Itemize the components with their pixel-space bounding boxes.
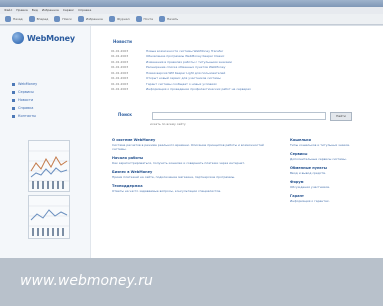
info-block-text: Обсуждения участников. (290, 185, 330, 189)
news-link[interactable]: Обновление программы WebMoney Keeper Cla… (146, 54, 224, 58)
forward-label: Вперед (36, 17, 49, 21)
logo-text: WebMoney (27, 33, 75, 43)
forward-icon (28, 16, 35, 22)
menu-item[interactable]: Сервис (63, 7, 74, 14)
history-icon (108, 16, 115, 22)
sidebar-item-label: Справка (18, 106, 34, 110)
info-block-text: Дополнительные сервисы системы. (290, 157, 347, 161)
search-icon (54, 16, 61, 22)
history-button[interactable]: Журнал (108, 16, 130, 22)
print-label: Печать (166, 17, 179, 21)
sidebar-item[interactable]: WebMoney (12, 80, 82, 88)
sidebar-item[interactable]: Новости (12, 96, 82, 104)
info-block: Начало работы Как зарегистрироваться, пол… (112, 156, 272, 165)
bullet-icon (12, 90, 15, 94)
news-title: Новости (113, 39, 132, 44)
sidebar-item[interactable]: Справка (12, 104, 82, 112)
print-button[interactable]: Печать (158, 16, 179, 22)
info-block: Бизнес в WebMoney Прием платежей на сайте… (112, 170, 272, 179)
menu-item[interactable]: Вид (32, 7, 38, 14)
bullet-icon (12, 114, 15, 118)
bullet-icon (12, 98, 15, 102)
browser-titlebar (0, 0, 383, 7)
info-block: Форум Обсуждения участников. (290, 180, 378, 189)
news-date: 01.01.2003 (111, 48, 129, 53)
news-link[interactable]: Информация о проведении профилактических… (146, 87, 251, 91)
browser-menubar: Файл Правка Вид Избранное Сервис Справка (0, 7, 383, 14)
menu-item[interactable]: Избранное (42, 7, 59, 14)
sidebar-nav: WebMoney Сервисы Новости Справка Контакт… (12, 80, 82, 120)
info-block-text: Как зарегистрироваться, получить кошелек… (112, 161, 246, 165)
info-block-text: Прием платежей на сайте, подключение маг… (112, 175, 236, 179)
screenshot-frame: Файл Правка Вид Избранное Сервис Справка… (0, 0, 383, 306)
news-link[interactable]: Расширение списка обменных пунктов WebMo… (146, 65, 225, 69)
news-date: 01.01.2003 (111, 70, 129, 75)
info-block-text: Ответы на часто задаваемые вопросы, конс… (112, 189, 222, 193)
menu-item[interactable]: Правка (16, 7, 27, 14)
bullet-icon (12, 82, 15, 86)
star-icon (77, 16, 84, 22)
news-date: 01.01.2003 (111, 54, 129, 59)
news-date: 01.01.2003 (111, 65, 129, 70)
favorites-button[interactable]: Избранное (77, 16, 103, 22)
menu-item[interactable]: Файл (4, 7, 12, 14)
back-button[interactable]: Назад (5, 16, 23, 22)
news-date: 01.01.2003 (111, 87, 129, 92)
caption-url: www.webmoney.ru (20, 273, 153, 289)
news-link[interactable]: Изменения в правилах работы с титульными… (146, 60, 232, 64)
favorites-label: Избранное (85, 17, 103, 21)
info-column-right: Кошельки Типы кошельков и титульных знако… (290, 138, 378, 208)
search-label: Поиск (62, 17, 72, 21)
news-link[interactable]: Новые возможности системы WebMoney Trans… (146, 49, 223, 53)
info-block: О системе WebMoney Система расчетов в реж… (112, 138, 272, 151)
mail-label: Почта (143, 17, 153, 21)
back-label: Назад (13, 17, 23, 21)
search-input[interactable] (152, 112, 326, 120)
info-block: Сервисы Дополнительные сервисы системы. (290, 152, 378, 161)
sidebar-item-label: Новости (18, 98, 34, 102)
news-list: 01.01.2003 Новые возможности системы WebM… (111, 48, 373, 92)
info-block-text: Система расчетов в режиме реального врем… (112, 143, 264, 151)
info-block: Обменные пункты Ввод и вывод средств. (290, 166, 378, 175)
news-link[interactable]: Новая версия WM Keeper Light для пользов… (146, 71, 225, 75)
info-block: Техподдержка Ответы на часто задаваемые в… (112, 184, 272, 193)
news-item[interactable]: 01.01.2003 Информация о проведении профил… (111, 87, 373, 93)
sidebar-item[interactable]: Контакты (12, 112, 82, 120)
sidebar-item-label: WebMoney (18, 82, 38, 86)
browser-toolbar: Назад Вперед Поиск Избранное Журнал Почт… (0, 14, 383, 25)
webmoney-logo[interactable]: WebMoney (12, 32, 75, 44)
bullet-icon (12, 106, 15, 110)
info-block-text: Информация о гарантах. (290, 199, 330, 203)
rate-chart-bottom (28, 195, 70, 239)
menu-item[interactable]: Справка (78, 7, 91, 14)
info-block: Гарант Информация о гарантах. (290, 194, 378, 203)
caption-bar: www.webmoney.ru (0, 258, 383, 306)
search-label: Поиск (118, 112, 132, 117)
mail-button[interactable]: Почта (135, 16, 153, 22)
info-block-text: Ввод и вывод средств. (290, 171, 326, 175)
rate-chart-top (28, 140, 70, 192)
search-button[interactable]: Поиск (54, 16, 72, 22)
sidebar-item-label: Сервисы (18, 90, 34, 94)
forward-button[interactable]: Вперед (28, 16, 49, 22)
info-column-left: О системе WebMoney Система расчетов в реж… (112, 138, 272, 198)
info-block: Кошельки Типы кошельков и титульных знако… (290, 138, 378, 147)
globe-icon (12, 32, 24, 44)
search-option[interactable]: искать по всему сайту (150, 122, 186, 126)
history-label: Журнал (116, 17, 130, 21)
news-date: 01.01.2003 (111, 59, 129, 64)
sidebar-item[interactable]: Сервисы (12, 88, 82, 96)
mail-icon (135, 16, 142, 22)
print-icon (158, 16, 165, 22)
news-link[interactable]: Открыт новый сервис для участников систе… (146, 76, 221, 80)
sidebar-item-label: Контакты (18, 114, 37, 118)
info-block-text: Типы кошельков и титульных знаков. (290, 143, 350, 147)
news-section: Новости 01.01.2003 Новые возможности сист… (103, 39, 373, 92)
news-link[interactable]: Гарант системы сообщает о новых условиях (146, 82, 217, 86)
news-date: 01.01.2003 (111, 76, 129, 81)
search-submit-button[interactable]: Найти (330, 112, 352, 121)
back-icon (5, 16, 11, 22)
news-date: 01.01.2003 (111, 81, 129, 86)
